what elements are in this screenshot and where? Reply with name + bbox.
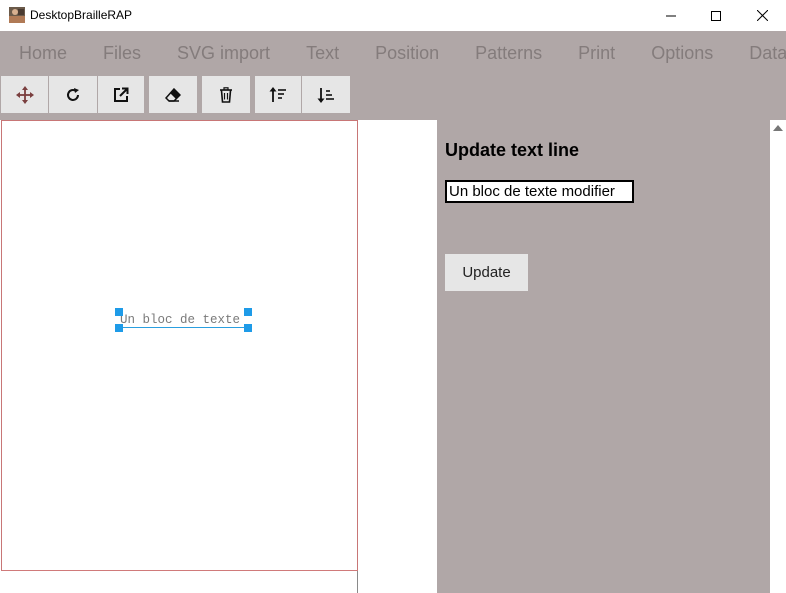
sort-descending-button[interactable] [302, 76, 350, 113]
sort-ascending-icon [269, 86, 286, 102]
selected-text-block[interactable]: Un bloc de texte [115, 308, 252, 332]
eraser-icon [165, 87, 181, 102]
menu-home[interactable]: Home [0, 43, 84, 64]
close-icon [756, 10, 768, 21]
external-link-icon [114, 87, 129, 102]
page-canvas[interactable]: Un bloc de texte [1, 120, 358, 571]
page-edge [357, 571, 358, 593]
vertical-scrollbar[interactable] [770, 120, 786, 593]
canvas-area[interactable]: Un bloc de texte [0, 120, 437, 593]
resize-handle-top-right[interactable] [244, 308, 252, 316]
menu-options[interactable]: Options [632, 43, 730, 64]
text-line-input[interactable] [445, 180, 634, 203]
update-button[interactable]: Update [445, 254, 528, 291]
toolbar [0, 76, 786, 120]
rotate-icon [67, 87, 79, 101]
open-external-button[interactable] [98, 76, 144, 113]
panel-title: Update text line [445, 140, 580, 160]
delete-button[interactable] [202, 76, 250, 113]
minimize-icon [666, 15, 676, 16]
properties-panel: Update text line Update [437, 120, 770, 593]
sort-descending-icon [317, 87, 334, 103]
resize-handle-top-left[interactable] [115, 308, 123, 316]
window-title: DesktopBrailleRAP [30, 8, 133, 22]
scroll-up-icon[interactable] [773, 125, 783, 131]
text-block-label: Un bloc de texte [120, 313, 241, 327]
menu-print[interactable]: Print [559, 43, 632, 64]
rotate-button[interactable] [49, 76, 97, 113]
resize-handle-bottom-right[interactable] [244, 324, 252, 332]
menu-patterns[interactable]: Patterns [456, 43, 559, 64]
trash-icon [220, 86, 232, 103]
minimize-button[interactable] [648, 0, 694, 31]
menu-position[interactable]: Position [356, 43, 456, 64]
sort-ascending-button[interactable] [255, 76, 301, 113]
menu-data[interactable]: Data [730, 43, 786, 64]
menu-text[interactable]: Text [287, 43, 356, 64]
menu-svg-import[interactable]: SVG import [158, 43, 287, 64]
move-button[interactable] [1, 76, 48, 113]
menu-bar: Home Files SVG import Text Position Patt… [0, 31, 786, 76]
maximize-icon [711, 10, 721, 21]
menu-files[interactable]: Files [84, 43, 158, 64]
eraser-button[interactable] [149, 76, 197, 113]
move-icon [15, 85, 34, 104]
title-bar: DesktopBrailleRAP [0, 0, 786, 31]
resize-handle-bottom-left[interactable] [115, 324, 123, 332]
app-photo-icon [9, 7, 25, 23]
close-button[interactable] [739, 0, 785, 31]
maximize-button[interactable] [693, 0, 739, 31]
